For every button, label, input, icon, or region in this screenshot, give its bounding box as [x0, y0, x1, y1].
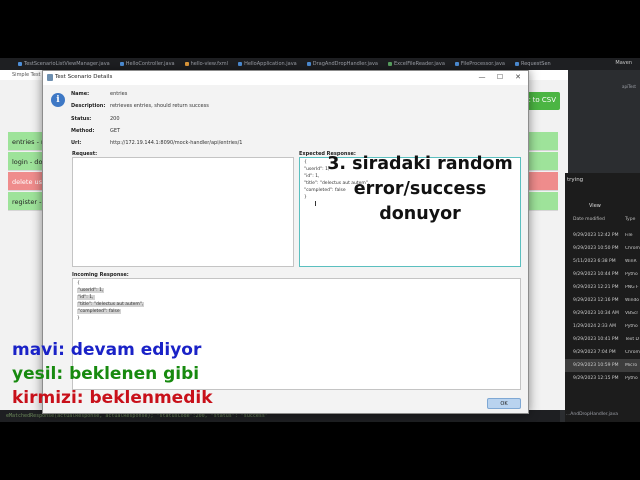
json-line: "title": "delectus aut autem",	[77, 302, 145, 307]
url-value: http://172.19.144.1:8090/mock-handler/ap…	[110, 140, 243, 146]
url-label: Url:	[71, 140, 82, 146]
explorer-search[interactable]: trying	[565, 177, 583, 183]
ide-tab[interactable]: HelloController.java	[119, 61, 175, 67]
annotation-line: error/success	[353, 179, 487, 199]
selected-text: "title": "delectus aut autem",	[77, 302, 145, 307]
ide-tab[interactable]: TestScenarioListViewManager.java	[18, 61, 110, 67]
file-row[interactable]: 9/29/2023 10:34 AM VBScr	[565, 307, 640, 320]
name-label: Name:	[71, 91, 90, 97]
file-row[interactable]: 9/29/2023 7:04 PM Chrom	[565, 346, 640, 359]
ok-button[interactable]: OK	[487, 398, 521, 409]
explorer-toolbar: View	[565, 203, 640, 213]
explorer-header: Date modified Type	[565, 217, 640, 227]
dialog-titlebar: Test Scenario Details — ☐ ✕	[43, 71, 528, 85]
file-row[interactable]: 9/29/2023 10:44 PM Pytho	[565, 268, 640, 281]
name-value: entries	[110, 91, 128, 97]
file-explorer: trying View Date modified Type 9/29/2023…	[565, 173, 640, 423]
ide-tab[interactable]: HelloApplication.java	[238, 61, 297, 67]
json-line: {	[77, 281, 80, 286]
file-row[interactable]: 9/29/2023 12:21 PM PNG F	[565, 281, 640, 294]
app-icon	[47, 74, 53, 81]
description-value: retrieves entries, should return success	[110, 103, 209, 109]
method-label: Method:	[71, 128, 95, 134]
legend-blue: mavi: devam ediyor	[12, 340, 202, 360]
java-file-icon	[238, 62, 243, 66]
column-header-date[interactable]: Date modified	[565, 217, 625, 227]
status-value: 200	[110, 116, 120, 122]
java-file-icon	[454, 62, 459, 66]
status-label: Status:	[71, 116, 92, 122]
file-row[interactable]: 1/29/2024 2:33 AM Pytho	[565, 320, 640, 333]
ide-tab[interactable]: RequestSen	[514, 61, 551, 67]
json-line: }	[77, 316, 80, 321]
java-file-icon	[306, 62, 311, 66]
column-header-type[interactable]: Type	[625, 217, 635, 227]
letterbox-top	[0, 0, 640, 58]
dialog-title: Test Scenario Details	[55, 74, 113, 80]
legend-red: kirmizi: beklenmedik	[12, 388, 213, 408]
java-file-icon	[119, 62, 124, 66]
legend-green: yesil: beklenen gibi	[12, 364, 200, 384]
selected-text: "id": 1,	[77, 295, 95, 300]
java-file-icon	[387, 62, 392, 66]
file-row[interactable]: 9/29/2023 12:16 PM Windo	[565, 294, 640, 307]
file-row[interactable]: 9/29/2023 12:15 PM Pytho	[565, 372, 640, 385]
file-row[interactable]: 5/11/2023 6:38 PM WinR	[565, 255, 640, 268]
ide-tab[interactable]: ExcelFileReader.java	[387, 61, 445, 67]
json-line: "completed": false	[77, 309, 121, 314]
project-label: apiTest	[622, 84, 636, 89]
annotation-overlay: 3. siradaki random error/success donuyor	[305, 152, 535, 227]
ide-tab[interactable]: hello-view.fxml	[184, 61, 228, 67]
method-value: GET	[110, 128, 121, 134]
file-row[interactable]: 9/29/2023 10:50 PM Chrom	[565, 242, 640, 255]
selected-text: "completed": false	[77, 309, 121, 314]
json-line: "userId": 1,	[77, 288, 105, 293]
view-menu-button[interactable]: View	[589, 203, 601, 213]
annotation-line: 3. siradaki random	[327, 154, 513, 174]
selected-text: "userId": 1,	[77, 288, 105, 293]
close-icon[interactable]: ✕	[512, 73, 524, 81]
file-row[interactable]: 9/29/2023 12:42 PM File	[565, 229, 640, 242]
request-textarea[interactable]	[72, 157, 294, 267]
ide-tab[interactable]: FileProcessor.java	[454, 61, 505, 67]
screen: TestScenarioListViewManager.java HelloCo…	[0, 0, 640, 480]
annotation-line: donuyor	[379, 204, 461, 224]
java-file-icon	[514, 62, 519, 66]
info-icon: i	[51, 93, 65, 107]
description-label: Description:	[71, 103, 106, 109]
file-row[interactable]: 9/29/2023 10:41 PM Text D	[565, 333, 640, 346]
ide-tab-bar: TestScenarioListViewManager.java HelloCo…	[0, 58, 640, 70]
code-editor-file: ...AndDropHandler.java	[566, 412, 619, 417]
maven-panel-label[interactable]: Maven	[615, 60, 632, 66]
test-scenario-details-dialog: Test Scenario Details — ☐ ✕ i Name: entr…	[42, 70, 529, 414]
letterbox-bottom	[0, 422, 640, 480]
file-row-selected[interactable]: 9/29/2023 10:59 PM Micro	[565, 359, 640, 372]
java-file-icon	[18, 62, 22, 66]
fxml-file-icon	[184, 62, 189, 66]
ide-tab[interactable]: DragAndDropHandler.java	[306, 61, 378, 67]
minimize-icon[interactable]: —	[476, 73, 488, 81]
json-line: "id": 1,	[77, 295, 95, 300]
maximize-icon[interactable]: ☐	[494, 73, 506, 81]
